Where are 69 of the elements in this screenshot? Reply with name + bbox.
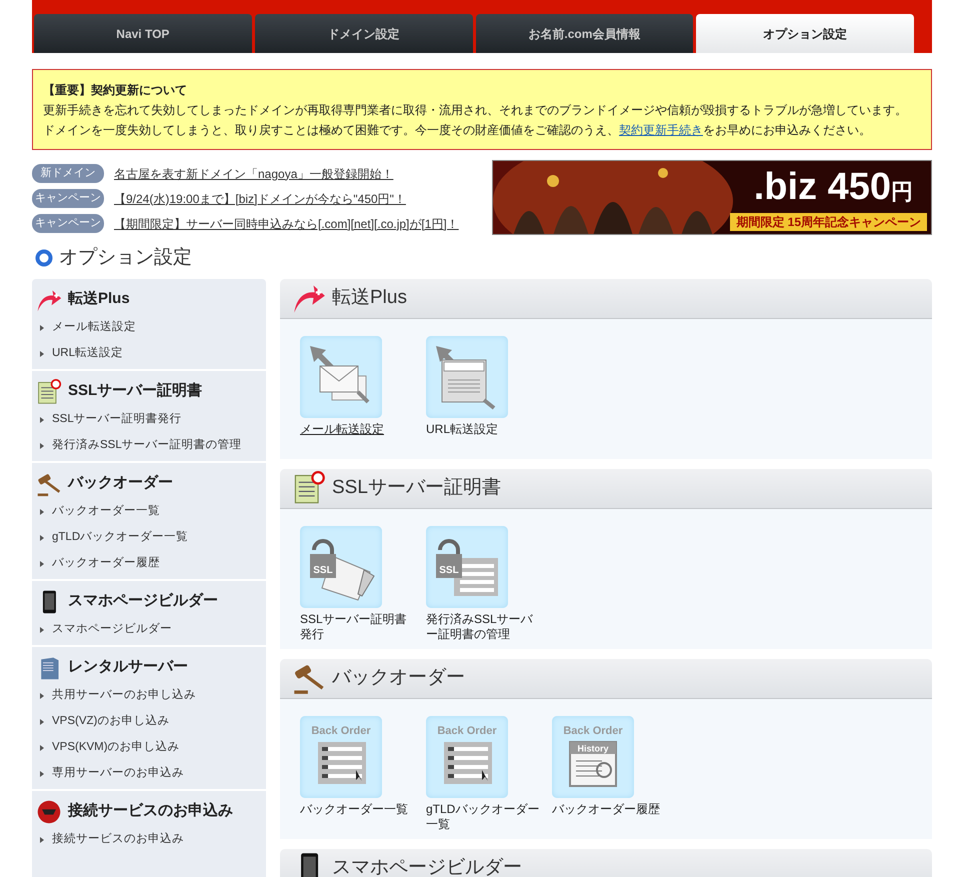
nav-tab[interactable]: ドメイン設定 — [254, 14, 472, 53]
nav-tab[interactable]: Navi TOP — [34, 14, 252, 53]
sidebar-item[interactable]: 共用サーバーのお申し込み — [32, 682, 266, 708]
sidebar-item[interactable]: SSLサーバー証明書発行 — [32, 406, 266, 432]
section-heading: バックオーダー — [332, 666, 465, 690]
section-heading: スマホページビルダー — [332, 856, 522, 877]
sidebar-item[interactable]: スマホページビルダー — [32, 616, 266, 642]
tile-link[interactable]: 発行済みSSLサーバー証明書の管理 — [426, 612, 544, 642]
tile-link[interactable]: バックオーダー履歴 — [552, 802, 660, 816]
sidebar-heading: SSLサーバー証明書 — [68, 381, 202, 402]
category-tag: キャンペーン — [32, 189, 104, 208]
bullet-icon — [40, 692, 44, 698]
lock-document-icon[interactable]: SSL — [300, 526, 382, 608]
nav-tab[interactable]: オプション設定 — [696, 14, 914, 53]
section-heading: 転送Plus — [332, 286, 407, 310]
sidebar-item[interactable]: 発行済みSSLサーバー証明書の管理 — [32, 432, 266, 458]
sidebar-item[interactable]: バックオーダー履歴 — [32, 550, 266, 576]
tile-link[interactable]: SSLサーバー証明書発行 — [300, 612, 418, 642]
sidebar-item[interactable]: URL転送設定 — [32, 340, 266, 366]
news-link[interactable]: 【期間限定】サーバー同時申込みなら[.com][net][.co.jp]が[1円]！ — [114, 214, 459, 232]
banner-price: .biz 450円 — [754, 165, 913, 210]
section-heading: SSLサーバー証明書 — [332, 476, 501, 500]
renewal-link[interactable]: 契約更新手続き — [619, 123, 703, 137]
sidebar-item[interactable]: メール転送設定 — [32, 314, 266, 340]
tile-link[interactable]: メール転送設定 — [300, 422, 384, 436]
news-link[interactable]: 名古屋を表す新ドメイン「nagoya」一般登録開始！ — [114, 164, 394, 182]
sidebar-heading: バックオーダー — [68, 473, 173, 494]
circle-icon — [35, 249, 53, 268]
bullet-icon — [40, 350, 44, 356]
bullet-icon — [40, 508, 44, 514]
browser-forward-icon[interactable] — [426, 336, 508, 418]
sidebar-item[interactable]: 専用サーバーのお申込み — [32, 760, 266, 786]
sidebar-item[interactable]: VPS(KVM)のお申し込み — [32, 734, 266, 760]
certificate-icon — [36, 378, 62, 404]
bullet-icon — [40, 718, 44, 724]
page-title: オプション設定 — [59, 246, 192, 270]
campaign-banner[interactable]: .biz 450円 期間限定 15周年記念キャンペーン — [492, 160, 932, 235]
sidebar-item[interactable]: 接続サービスのお申込み — [32, 826, 266, 852]
sidebar-heading: レンタルサーバー — [68, 657, 188, 678]
bullet-icon — [40, 836, 44, 842]
notice-text: ドメインを一度失効してしまうと、取り戻すことは極めて困難です。今一度その財産価値をご確認のうえ、契約更新手続き をお早めにお申込みください。 — [43, 122, 872, 139]
bullet-icon — [40, 442, 44, 448]
sidebar-heading: 接続サービスのお申込み — [68, 801, 233, 822]
bullet-icon — [40, 560, 44, 566]
sidebar-item[interactable]: gTLDバックオーダー一覧 — [32, 524, 266, 550]
sidebar-heading: 転送Plus — [68, 289, 130, 310]
tile-link[interactable]: バックオーダー一覧 — [300, 802, 408, 816]
bullet-icon — [40, 744, 44, 750]
sidebar-item[interactable]: VPS(VZ)のお申し込み — [32, 708, 266, 734]
notice-title: 【重要】契約更新について — [43, 82, 188, 99]
tile-link[interactable]: gTLDバックオーダー一覧 — [426, 802, 544, 832]
notice-text: 更新手続きを忘れて失効してしまったドメインが再取得専門業者に取得・流用され、それまでのブランドイメージや信頼が毀損するトラブルが急増しています。 — [43, 102, 908, 119]
bullet-icon — [40, 626, 44, 632]
router-icon — [36, 798, 62, 824]
nav-tab[interactable]: お名前.com会員情報 — [476, 14, 694, 53]
news-link[interactable]: 【9/24(水)19:00まで】[biz]ドメインが今なら"450円"！ — [114, 190, 406, 208]
tile-link[interactable]: URL転送設定 — [426, 422, 498, 436]
sidebar-heading: スマホページビルダー — [68, 591, 218, 612]
sidebar-item[interactable]: バックオーダー一覧 — [32, 498, 266, 524]
mail-forward-icon[interactable] — [300, 336, 382, 418]
bullet-icon — [40, 416, 44, 422]
certificate-icon — [292, 471, 326, 505]
bullet-icon — [40, 770, 44, 776]
category-tag: キャンペーン — [32, 214, 104, 233]
category-tag: 新ドメイン — [32, 164, 104, 183]
bullet-icon — [40, 324, 44, 330]
lock-list-icon[interactable]: SSL — [426, 526, 508, 608]
banner-caption: 期間限定 15周年記念キャンペーン — [730, 213, 927, 231]
bullet-icon — [40, 534, 44, 540]
